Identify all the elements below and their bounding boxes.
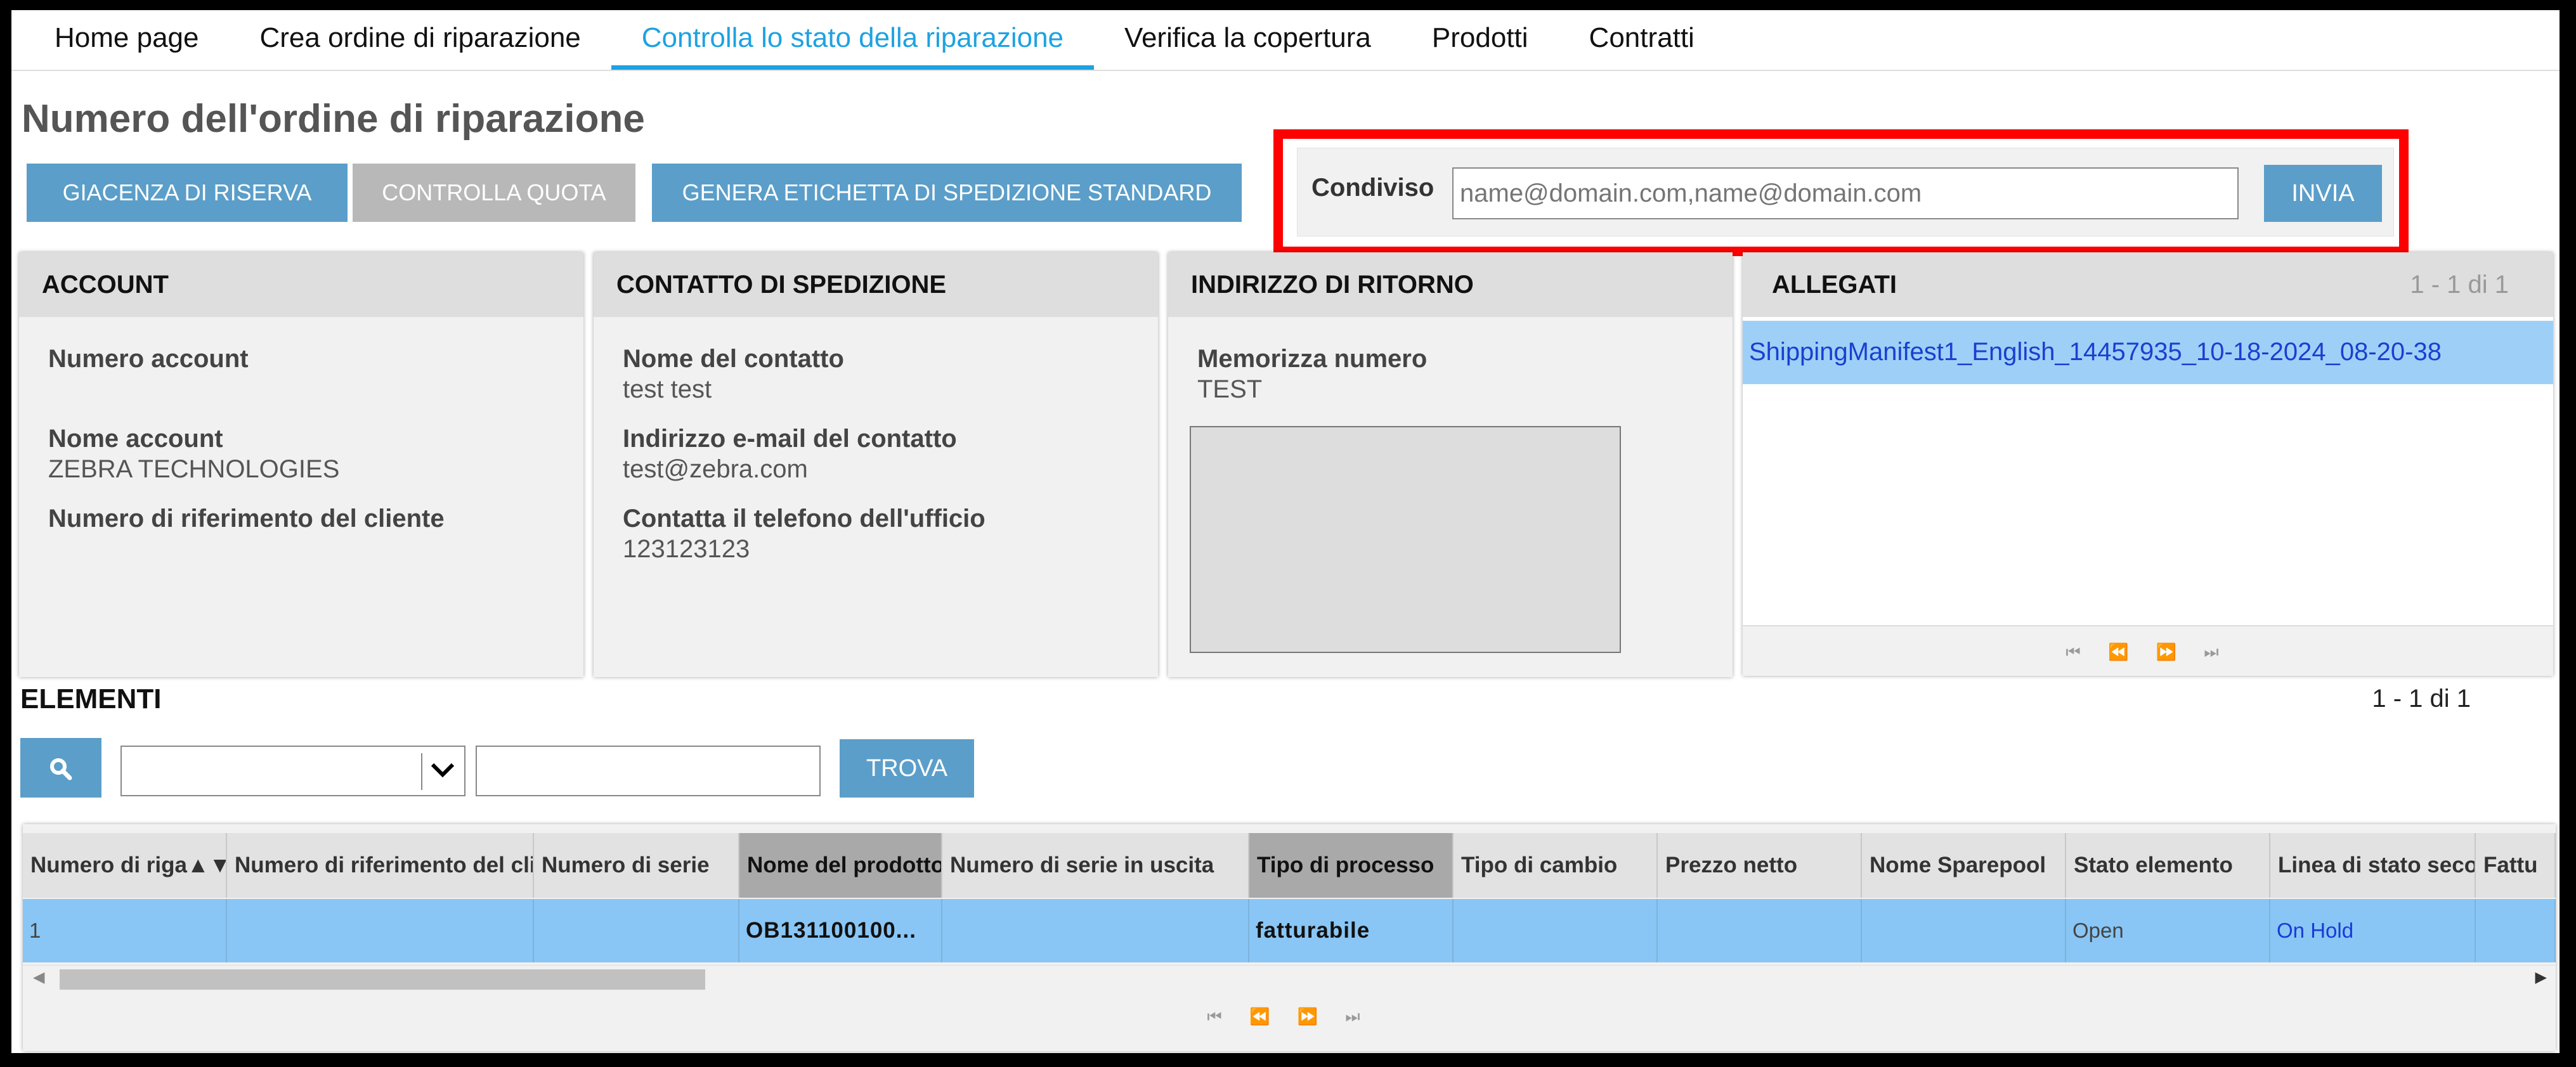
attachment-item[interactable]: ShippingManifest1_English_14457935_10-18…	[1743, 321, 2553, 384]
check-quota-button[interactable]: CONTROLLA QUOTA	[353, 164, 635, 222]
account-number-label: Numero account	[48, 345, 249, 373]
page-title: Numero dell'ordine di riparazione	[22, 97, 645, 141]
search-icon	[50, 758, 72, 780]
submit-share-button[interactable]: INVIA	[2264, 165, 2382, 222]
grid-pager[interactable]: ⏮ ⏪ ⏩ ⏭	[23, 1007, 2556, 1027]
share-email-input[interactable]	[1452, 167, 2239, 219]
account-panel: ACCOUNT Numero account Nome account ZEBR…	[19, 252, 583, 677]
store-number-value: TEST	[1197, 375, 1263, 403]
tab-verify-coverage[interactable]: Verifica la copertura	[1094, 10, 1402, 70]
column-header-net-price[interactable]: Prezzo netto	[1658, 833, 1862, 898]
tab-home-page[interactable]: Home page	[11, 10, 229, 70]
attachments-header: ALLEGATI 1 - 1 di 1	[1743, 252, 2553, 317]
account-name-label: Nome account	[48, 425, 223, 453]
account-header: ACCOUNT	[19, 252, 583, 317]
grid-header: Numero di riga▲▼ Numero di riferimento d…	[23, 833, 2556, 898]
tab-create-repair-order[interactable]: Crea ordine di riparazione	[229, 10, 611, 70]
filter-column-select[interactable]	[120, 746, 465, 796]
scrollbar-thumb[interactable]	[60, 969, 705, 990]
cell-exchange-type	[1454, 899, 1658, 962]
column-header-invoice[interactable]: Fattu	[2476, 833, 2556, 898]
generate-shipping-label-button[interactable]: GENERA ETICHETTA DI SPEDIZIONE STANDARD	[652, 164, 1242, 222]
contact-name-value: test test	[623, 375, 712, 403]
column-header-secondary-status-line[interactable]: Linea di stato seco	[2270, 833, 2476, 898]
tab-check-repair-status[interactable]: Controlla lo stato della riparazione	[611, 10, 1095, 70]
column-header-customer-reference[interactable]: Numero di riferimento del clie	[227, 833, 534, 898]
customer-reference-label: Numero di riferimento del cliente	[48, 505, 445, 533]
attachments-count: 1 - 1 di 1	[2410, 271, 2509, 299]
cell-element-status: Open	[2066, 899, 2270, 962]
select-divider	[421, 753, 422, 790]
cell-customer-reference	[227, 899, 534, 962]
cell-process-type: fatturabile	[1249, 899, 1454, 962]
return-address-textarea[interactable]	[1190, 426, 1621, 653]
cell-line-number: 1	[23, 899, 227, 962]
shipping-contact-panel: CONTATTO DI SPEDIZIONE Nome del contatto…	[594, 252, 1158, 677]
table-row[interactable]: 1 OB131100100... fatturabile Open On Hol…	[23, 899, 2556, 962]
tab-products[interactable]: Prodotti	[1402, 10, 1559, 70]
top-navigation: Home page Crea ordine di riparazione Con…	[11, 10, 2560, 71]
column-header-outgoing-serial[interactable]: Numero di serie in uscita	[942, 833, 1249, 898]
store-number-label: Memorizza numero	[1197, 345, 1428, 373]
elements-count: 1 - 1 di 1	[2372, 685, 2471, 713]
attachments-pager[interactable]: ⏮ ⏪ ⏩ ⏭	[1743, 625, 2553, 676]
shipping-contact-header: CONTATTO DI SPEDIZIONE	[594, 252, 1158, 317]
share-label: Condiviso	[1311, 174, 1434, 202]
contact-phone-label: Contatta il telefono dell'ufficio	[623, 505, 986, 533]
page: Home page Crea ordine di riparazione Con…	[11, 10, 2560, 1053]
elements-title: ELEMENTI	[20, 683, 162, 715]
column-header-line-number[interactable]: Numero di riga▲▼	[23, 833, 227, 898]
cell-net-price	[1658, 899, 1862, 962]
contact-phone-value: 123123123	[623, 535, 750, 563]
account-name-value: ZEBRA TECHNOLOGIES	[48, 455, 340, 483]
cell-product-name: OB131100100...	[739, 899, 942, 962]
screenshot-frame: Home page Crea ordine di riparazione Con…	[0, 0, 2576, 1067]
find-button[interactable]: TROVA	[840, 739, 974, 798]
tab-contracts[interactable]: Contratti	[1559, 10, 1725, 70]
column-header-element-status[interactable]: Stato elemento	[2066, 833, 2270, 898]
column-header-sparepool-name[interactable]: Nome Sparepool	[1862, 833, 2066, 898]
share-panel: Condiviso INVIA	[1297, 148, 2394, 236]
contact-email-value: test@zebra.com	[623, 455, 808, 483]
reserve-stock-button[interactable]: GIACENZA DI RISERVA	[27, 164, 348, 222]
chevron-down-icon	[431, 763, 455, 778]
cell-invoice	[2476, 899, 2556, 962]
contact-email-label: Indirizzo e-mail del contatto	[623, 425, 957, 453]
attachments-panel: ALLEGATI 1 - 1 di 1 ShippingManifest1_En…	[1743, 252, 2553, 676]
attachments-title: ALLEGATI	[1772, 271, 1897, 299]
search-button[interactable]	[20, 738, 101, 798]
filter-input[interactable]	[476, 746, 821, 796]
cell-sparepool-name	[1862, 899, 2066, 962]
cell-secondary-status-link[interactable]: On Hold	[2270, 899, 2476, 962]
column-header-product-name[interactable]: Nome del prodotto	[739, 833, 942, 898]
share-highlight-box: Condiviso INVIA	[1273, 129, 2409, 256]
column-header-serial-number[interactable]: Numero di serie	[534, 833, 739, 898]
return-address-panel: INDIRIZZO DI RITORNO Memorizza numero TE…	[1168, 252, 1733, 677]
column-header-exchange-type[interactable]: Tipo di cambio	[1454, 833, 1658, 898]
scroll-right-arrow-icon[interactable]: ▶	[2535, 968, 2547, 986]
contact-name-label: Nome del contatto	[623, 345, 844, 373]
return-address-header: INDIRIZZO DI RITORNO	[1168, 252, 1733, 317]
horizontal-scrollbar[interactable]: ◀ ▶	[23, 965, 2556, 992]
column-header-process-type[interactable]: Tipo di processo	[1249, 833, 1454, 898]
scroll-left-arrow-icon[interactable]: ◀	[33, 968, 44, 986]
elements-grid: Numero di riga▲▼ Numero di riferimento d…	[23, 824, 2556, 1051]
cell-serial-number	[534, 899, 739, 962]
cell-outgoing-serial	[942, 899, 1249, 962]
